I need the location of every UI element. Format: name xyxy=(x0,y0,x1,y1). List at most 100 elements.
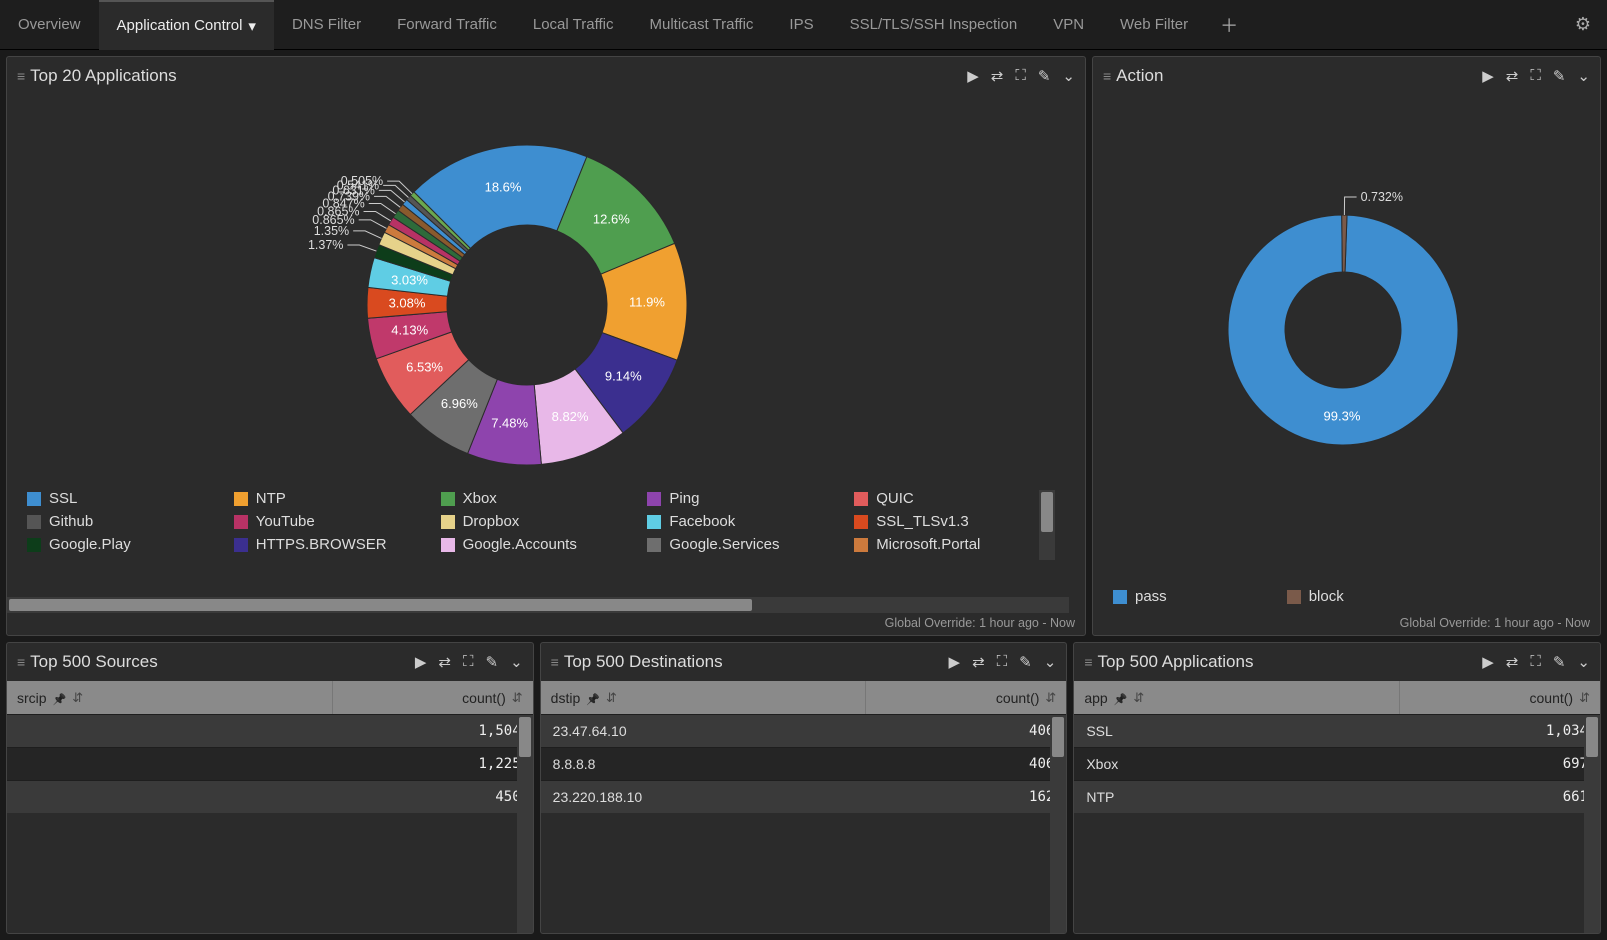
drag-handle-icon[interactable]: ≡ xyxy=(17,68,22,84)
col-label: count() xyxy=(462,690,506,706)
drag-handle-icon[interactable]: ≡ xyxy=(551,654,556,670)
tab-label: Multicast Traffic xyxy=(649,16,753,33)
col-srcip[interactable]: srcip xyxy=(7,681,333,714)
play-icon[interactable]: ▶ xyxy=(949,653,961,671)
legend-item[interactable]: Github xyxy=(27,513,228,530)
legend-item-pass[interactable]: pass xyxy=(1113,588,1167,605)
sort-icon[interactable] xyxy=(606,689,617,706)
cell-key: SSL xyxy=(1074,715,1420,747)
legend-item[interactable]: NTP xyxy=(234,490,435,507)
expand-icon[interactable]: ⛶ xyxy=(997,653,1008,671)
pin-icon[interactable] xyxy=(586,690,600,706)
settings-gear-icon[interactable]: ⚙ xyxy=(1559,14,1607,35)
pin-icon[interactable] xyxy=(1114,690,1128,706)
panel-title: Top 500 Applications xyxy=(1098,652,1254,672)
tab-vpn[interactable]: VPN xyxy=(1035,0,1102,50)
legend-label: Ping xyxy=(669,490,699,507)
chevron-down-icon[interactable]: ⌄ xyxy=(510,653,523,671)
tab-ssl-inspection[interactable]: SSL/TLS/SSH Inspection xyxy=(832,0,1036,50)
pin-icon[interactable] xyxy=(53,690,67,706)
table-row[interactable]: NTP661 xyxy=(1074,780,1600,813)
expand-icon[interactable]: ⛶ xyxy=(463,653,474,671)
tab-local-traffic[interactable]: Local Traffic xyxy=(515,0,632,50)
tab-ips[interactable]: IPS xyxy=(771,0,831,50)
edit-icon[interactable]: ✎ xyxy=(1019,653,1032,671)
expand-icon[interactable]: ⛶ xyxy=(1530,653,1541,671)
legend-item[interactable]: Google.Play xyxy=(27,536,228,553)
legend-item[interactable]: SSL xyxy=(27,490,228,507)
col-count[interactable]: count() xyxy=(1400,681,1600,714)
col-label: count() xyxy=(996,690,1040,706)
chevron-down-icon[interactable]: ⌄ xyxy=(1577,67,1590,85)
tab-multicast-traffic[interactable]: Multicast Traffic xyxy=(631,0,771,50)
edit-icon[interactable]: ✎ xyxy=(1038,67,1051,85)
tab-dns-filter[interactable]: DNS Filter xyxy=(274,0,379,50)
table-scrollbar[interactable] xyxy=(517,715,533,933)
legend-item[interactable]: Dropbox xyxy=(441,513,642,530)
drag-handle-icon[interactable]: ≡ xyxy=(1084,654,1089,670)
edit-icon[interactable]: ✎ xyxy=(1553,67,1566,85)
legend-item[interactable]: Facebook xyxy=(647,513,848,530)
play-icon[interactable]: ▶ xyxy=(415,653,427,671)
table-scrollbar[interactable] xyxy=(1584,715,1600,933)
table-row[interactable]: 1,225 xyxy=(7,747,533,780)
table-row[interactable]: 1,504 xyxy=(7,714,533,747)
chevron-down-icon[interactable]: ⌄ xyxy=(1062,67,1075,85)
sort-icon[interactable] xyxy=(72,689,83,706)
play-icon[interactable]: ▶ xyxy=(1482,653,1494,671)
cell-key xyxy=(7,715,353,747)
drag-handle-icon[interactable]: ≡ xyxy=(17,654,22,670)
top-apps-donut-chart[interactable]: 18.6%12.6%11.9%9.14%8.82%7.48%6.96%6.53%… xyxy=(7,95,1067,515)
sort-icon[interactable] xyxy=(1579,689,1590,706)
play-icon[interactable]: ▶ xyxy=(1482,67,1494,85)
play-icon[interactable]: ▶ xyxy=(967,67,979,85)
legend-item[interactable]: QUIC xyxy=(854,490,1055,507)
legend-item[interactable]: Microsoft.Portal xyxy=(854,536,1055,553)
swap-icon[interactable]: ⇄ xyxy=(1506,653,1519,671)
table-row[interactable]: 23.220.188.10162 xyxy=(541,780,1067,813)
edit-icon[interactable]: ✎ xyxy=(486,653,499,671)
sort-icon[interactable] xyxy=(1045,689,1056,706)
legend-item[interactable]: Ping xyxy=(647,490,848,507)
col-app[interactable]: app xyxy=(1074,681,1400,714)
expand-icon[interactable]: ⛶ xyxy=(1530,67,1541,85)
add-tab-button[interactable]: ＋ xyxy=(1206,12,1252,38)
edit-icon[interactable]: ✎ xyxy=(1553,653,1566,671)
legend-swatch xyxy=(27,538,41,552)
table-row[interactable]: Xbox697 xyxy=(1074,747,1600,780)
swap-icon[interactable]: ⇄ xyxy=(1506,67,1519,85)
cell-count: 1,034 xyxy=(1420,715,1600,747)
chevron-down-icon[interactable]: ⌄ xyxy=(1044,653,1057,671)
col-count[interactable]: count() xyxy=(866,681,1066,714)
tab-forward-traffic[interactable]: Forward Traffic xyxy=(379,0,515,50)
table-row[interactable]: 23.47.64.10406 xyxy=(541,714,1067,747)
action-donut-chart[interactable]: 99.3%0.732% xyxy=(1093,95,1593,555)
legend-item[interactable]: Google.Accounts xyxy=(441,536,642,553)
table-scrollbar[interactable] xyxy=(1050,715,1066,933)
legend-item[interactable]: YouTube xyxy=(234,513,435,530)
swap-icon[interactable]: ⇄ xyxy=(991,67,1004,85)
legend-item-block[interactable]: block xyxy=(1287,588,1344,605)
legend-item[interactable]: SSL_TLSv1.3 xyxy=(854,513,1055,530)
legend-scrollbar-h[interactable] xyxy=(7,597,1069,613)
expand-icon[interactable]: ⛶ xyxy=(1015,67,1026,85)
swap-icon[interactable]: ⇄ xyxy=(438,653,451,671)
col-count[interactable]: count() xyxy=(333,681,533,714)
legend-scrollbar[interactable] xyxy=(1039,490,1055,560)
table-row[interactable]: 450 xyxy=(7,780,533,813)
tab-application-control[interactable]: Application Control ▾ xyxy=(99,0,274,50)
chevron-down-icon: ▾ xyxy=(248,17,256,35)
sort-icon[interactable] xyxy=(512,689,523,706)
drag-handle-icon[interactable]: ≡ xyxy=(1103,68,1108,84)
legend-item[interactable]: Google.Services xyxy=(647,536,848,553)
legend-item[interactable]: Xbox xyxy=(441,490,642,507)
table-row[interactable]: SSL1,034 xyxy=(1074,714,1600,747)
col-dstip[interactable]: dstip xyxy=(541,681,867,714)
legend-item[interactable]: HTTPS.BROWSER xyxy=(234,536,435,553)
table-row[interactable]: 8.8.8.8406 xyxy=(541,747,1067,780)
sort-icon[interactable] xyxy=(1133,689,1144,706)
swap-icon[interactable]: ⇄ xyxy=(972,653,985,671)
tab-web-filter[interactable]: Web Filter xyxy=(1102,0,1206,50)
chevron-down-icon[interactable]: ⌄ xyxy=(1577,653,1590,671)
tab-overview[interactable]: Overview xyxy=(0,0,99,50)
